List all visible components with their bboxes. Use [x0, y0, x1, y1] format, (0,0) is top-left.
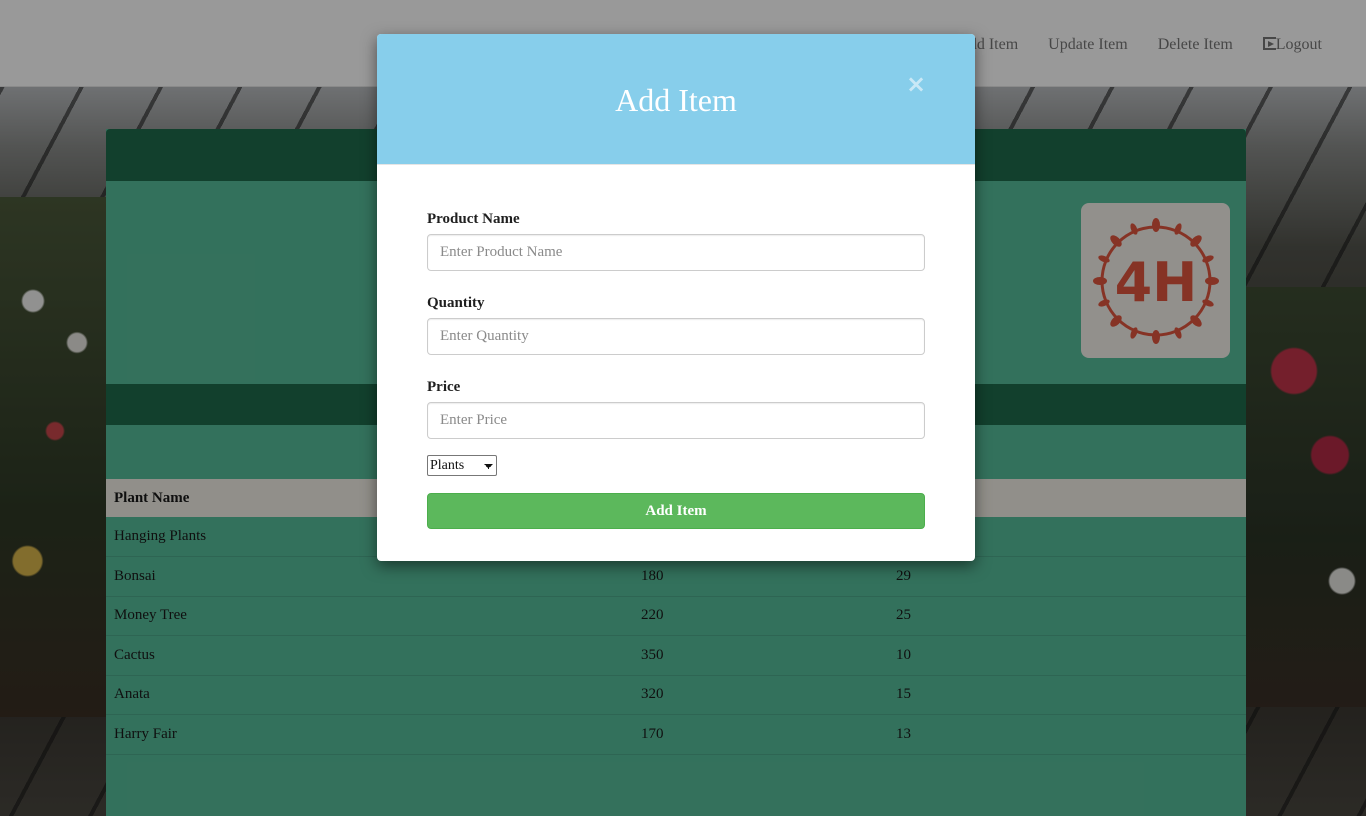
quantity-input[interactable] — [427, 318, 925, 355]
quantity-label: Quantity — [427, 295, 485, 311]
modal-title: Add Item — [615, 82, 737, 118]
modal-header: Add Item × — [377, 34, 975, 165]
product-name-label: Product Name — [427, 211, 520, 227]
category-select[interactable]: Plants — [427, 455, 497, 476]
price-input[interactable] — [427, 402, 925, 439]
add-item-modal: Add Item × Product Name Quantity Price P… — [377, 34, 975, 561]
modal-body: Product Name Quantity Price Plants Add I… — [377, 165, 975, 529]
price-label: Price — [427, 379, 461, 395]
close-icon[interactable]: × — [906, 72, 926, 96]
product-name-input[interactable] — [427, 234, 925, 271]
add-item-submit-button[interactable]: Add Item — [427, 493, 925, 529]
